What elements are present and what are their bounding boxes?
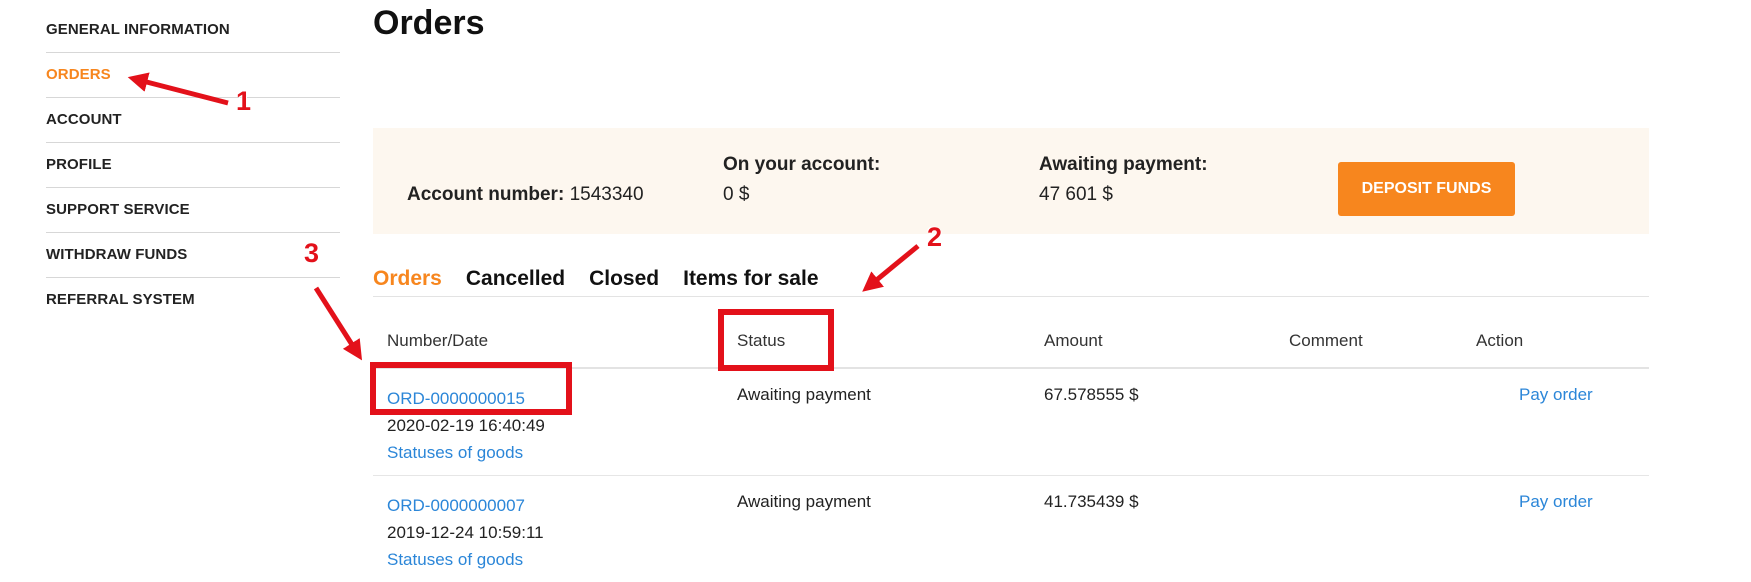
annotation-label-1: 1 — [236, 86, 252, 116]
annotation-label-2: 2 — [927, 222, 943, 252]
annotation-arrow-2 — [862, 244, 920, 292]
annotation-arrow-3 — [313, 286, 363, 361]
annotation-arrows — [127, 72, 920, 361]
annotation-label-3: 3 — [304, 238, 320, 268]
annotation-arrow-1 — [127, 72, 229, 106]
